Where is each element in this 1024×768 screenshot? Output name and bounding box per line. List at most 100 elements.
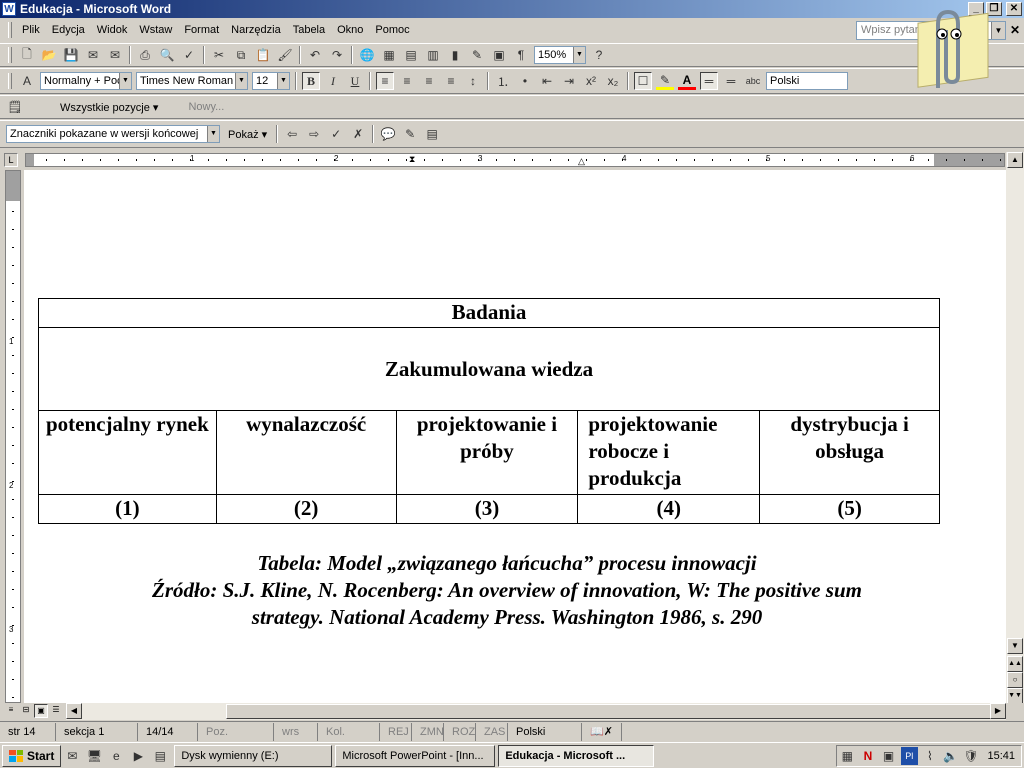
zoom-dropdown-icon[interactable]: ▼ [573,47,585,63]
office-assistant-clippy-icon[interactable] [898,6,994,96]
tray-antivirus-icon[interactable]: N [860,747,877,765]
drawing-icon[interactable]: ✎ [468,46,486,64]
close-button[interactable]: ✕ [1006,2,1022,16]
vertical-scrollbar[interactable]: ▲ ▼ ▲▲ ○ ▼▼ [1006,152,1024,768]
next-page-icon[interactable]: ▼▼ [1007,688,1023,704]
stage-cell[interactable]: projektowanie robocze i produkcja [577,410,761,495]
border-icon[interactable]: ☐ [634,72,652,90]
stage-cell[interactable]: wynalazczość [215,410,397,495]
italic-button[interactable]: I [324,72,342,90]
document-page[interactable]: Badania Zakumulowana wiedza potencjalny … [24,170,1006,703]
vertical-ruler[interactable]: 1 2 3 [0,170,24,703]
decrease-indent-icon[interactable]: ⇤ [538,72,556,90]
status-track-changes[interactable]: ZMN [412,722,444,741]
line-spacing-icon[interactable]: ↕ [464,72,482,90]
quicklaunch-outlook-icon[interactable]: ✉ [63,747,81,765]
menu-narzedzia[interactable]: Narzędzia [225,24,287,36]
new-comment-button[interactable]: Nowy... [184,101,228,113]
menu-tabela[interactable]: Tabela [287,24,331,36]
numbering-icon[interactable]: ⒈ [494,72,512,90]
stage-number-cell[interactable]: (3) [395,494,579,524]
insert-excel-icon[interactable]: ▥ [424,46,442,64]
menu-pomoc[interactable]: Pomoc [369,24,415,36]
stage-cell[interactable]: potencjalny rynek [38,410,217,495]
menu-grip[interactable] [8,22,12,38]
style-dropdown-icon[interactable]: ▼ [119,73,131,89]
save-icon[interactable]: 💾 [62,46,80,64]
font-size-select[interactable]: 12 ▼ [252,72,290,90]
strikethrough-icon[interactable]: abc [744,72,762,90]
language-select[interactable]: Polski [766,72,848,90]
web-layout-icon[interactable]: ⊟ [19,704,33,718]
toolbar-grip[interactable] [8,73,12,89]
stage-number-cell[interactable]: (2) [215,494,397,524]
indent-marker-icon[interactable]: ⧗ [409,154,415,165]
normal-view-icon[interactable]: ≡ [4,704,18,718]
font-select[interactable]: Times New Roman ▼ [136,72,248,90]
status-extend[interactable]: ROZ [444,722,476,741]
quicklaunch-desktop-icon[interactable]: 🖥 [85,747,103,765]
quicklaunch-other-icon[interactable]: ▤ [151,747,169,765]
double-line-icon[interactable]: ═ [700,72,718,90]
align-right-icon[interactable]: ≡ [420,72,438,90]
hanging-indent-icon[interactable]: △ [578,156,585,167]
print-layout-icon[interactable]: ▣ [34,704,48,718]
tray-security-icon[interactable]: 🛡 [963,747,980,765]
new-document-icon[interactable]: 🗋 [18,46,36,64]
task-powerpoint[interactable]: Microsoft PowerPoint - [Inn... [335,744,496,767]
stage-cell[interactable]: dystrybucja i obsługa [759,410,940,495]
superscript-icon[interactable]: x² [582,72,600,90]
toolbar-grip[interactable] [8,47,12,63]
undo-icon[interactable]: ↶ [306,46,324,64]
display-mode-select[interactable]: Znaczniki pokazane w wersji końcowej ▼ [6,125,220,143]
insert-table-icon[interactable]: ▤ [402,46,420,64]
scroll-down-icon[interactable]: ▼ [1007,638,1023,654]
cut-icon[interactable]: ✂ [210,46,228,64]
horizontal-scrollbar[interactable]: ◀ ▶ [66,703,1006,720]
reject-change-icon[interactable]: ✗ [349,125,367,143]
bullets-icon[interactable]: • [516,72,534,90]
show-hide-icon[interactable]: ¶ [512,46,530,64]
menu-wstaw[interactable]: Wstaw [133,24,178,36]
accumulated-knowledge-cell[interactable]: Zakumulowana wiedza [38,327,940,411]
stage-number-cell[interactable]: (5) [759,494,940,524]
email-icon[interactable]: ✉ [106,46,124,64]
underline-button[interactable]: U [346,72,364,90]
quicklaunch-ie-icon[interactable]: e [107,747,125,765]
task-word[interactable]: Edukacja - Microsoft ... [498,744,655,767]
columns-icon[interactable]: ▮ [446,46,464,64]
stage-number-cell[interactable]: (1) [38,494,217,524]
print-preview-icon[interactable]: 🔍 [158,46,176,64]
menu-edycja[interactable]: Edycja [46,24,91,36]
show-dropdown[interactable]: Pokaż ▾ [224,128,271,141]
reviewing-pane-icon[interactable]: 🗒 [6,98,24,116]
quicklaunch-media-icon[interactable]: ▶ [129,747,147,765]
help-icon[interactable]: ? [590,46,608,64]
start-button[interactable]: Start [2,744,62,767]
track-changes-icon[interactable]: ✎ [401,125,419,143]
tab-selector-icon[interactable]: L [4,153,18,167]
all-items-dropdown[interactable]: Wszystkie pozycje ▾ [56,101,162,114]
innovation-model-table[interactable]: Badania Zakumulowana wiedza potencjalny … [38,298,940,524]
style-select[interactable]: Normalny + Poç ▼ [40,72,132,90]
status-record-macro[interactable]: REJ [380,722,412,741]
reviewing-pane-toggle-icon[interactable]: ▤ [423,125,441,143]
scroll-left-icon[interactable]: ◀ [66,703,82,719]
line-style-icon[interactable]: ═ [722,72,740,90]
scroll-up-icon[interactable]: ▲ [1007,152,1023,168]
spelling-icon[interactable]: ✓ [180,46,198,64]
menu-plik[interactable]: Plik [16,24,46,36]
accept-change-icon[interactable]: ✓ [327,125,345,143]
bold-button[interactable]: B [302,72,320,90]
tray-network-icon[interactable]: ▦ [839,747,856,765]
tray-language-icon[interactable]: Pl [900,747,918,765]
align-center-icon[interactable]: ≡ [398,72,416,90]
browse-object-icon[interactable]: ○ [1007,672,1023,688]
table-header-cell[interactable]: Badania [38,298,940,328]
print-icon[interactable]: ⎙ [136,46,154,64]
document-close-icon[interactable]: ✕ [1010,23,1020,37]
increase-indent-icon[interactable]: ⇥ [560,72,578,90]
copy-icon[interactable]: ⧉ [232,46,250,64]
word-app-icon[interactable]: W [2,2,16,16]
menu-okno[interactable]: Okno [331,24,369,36]
